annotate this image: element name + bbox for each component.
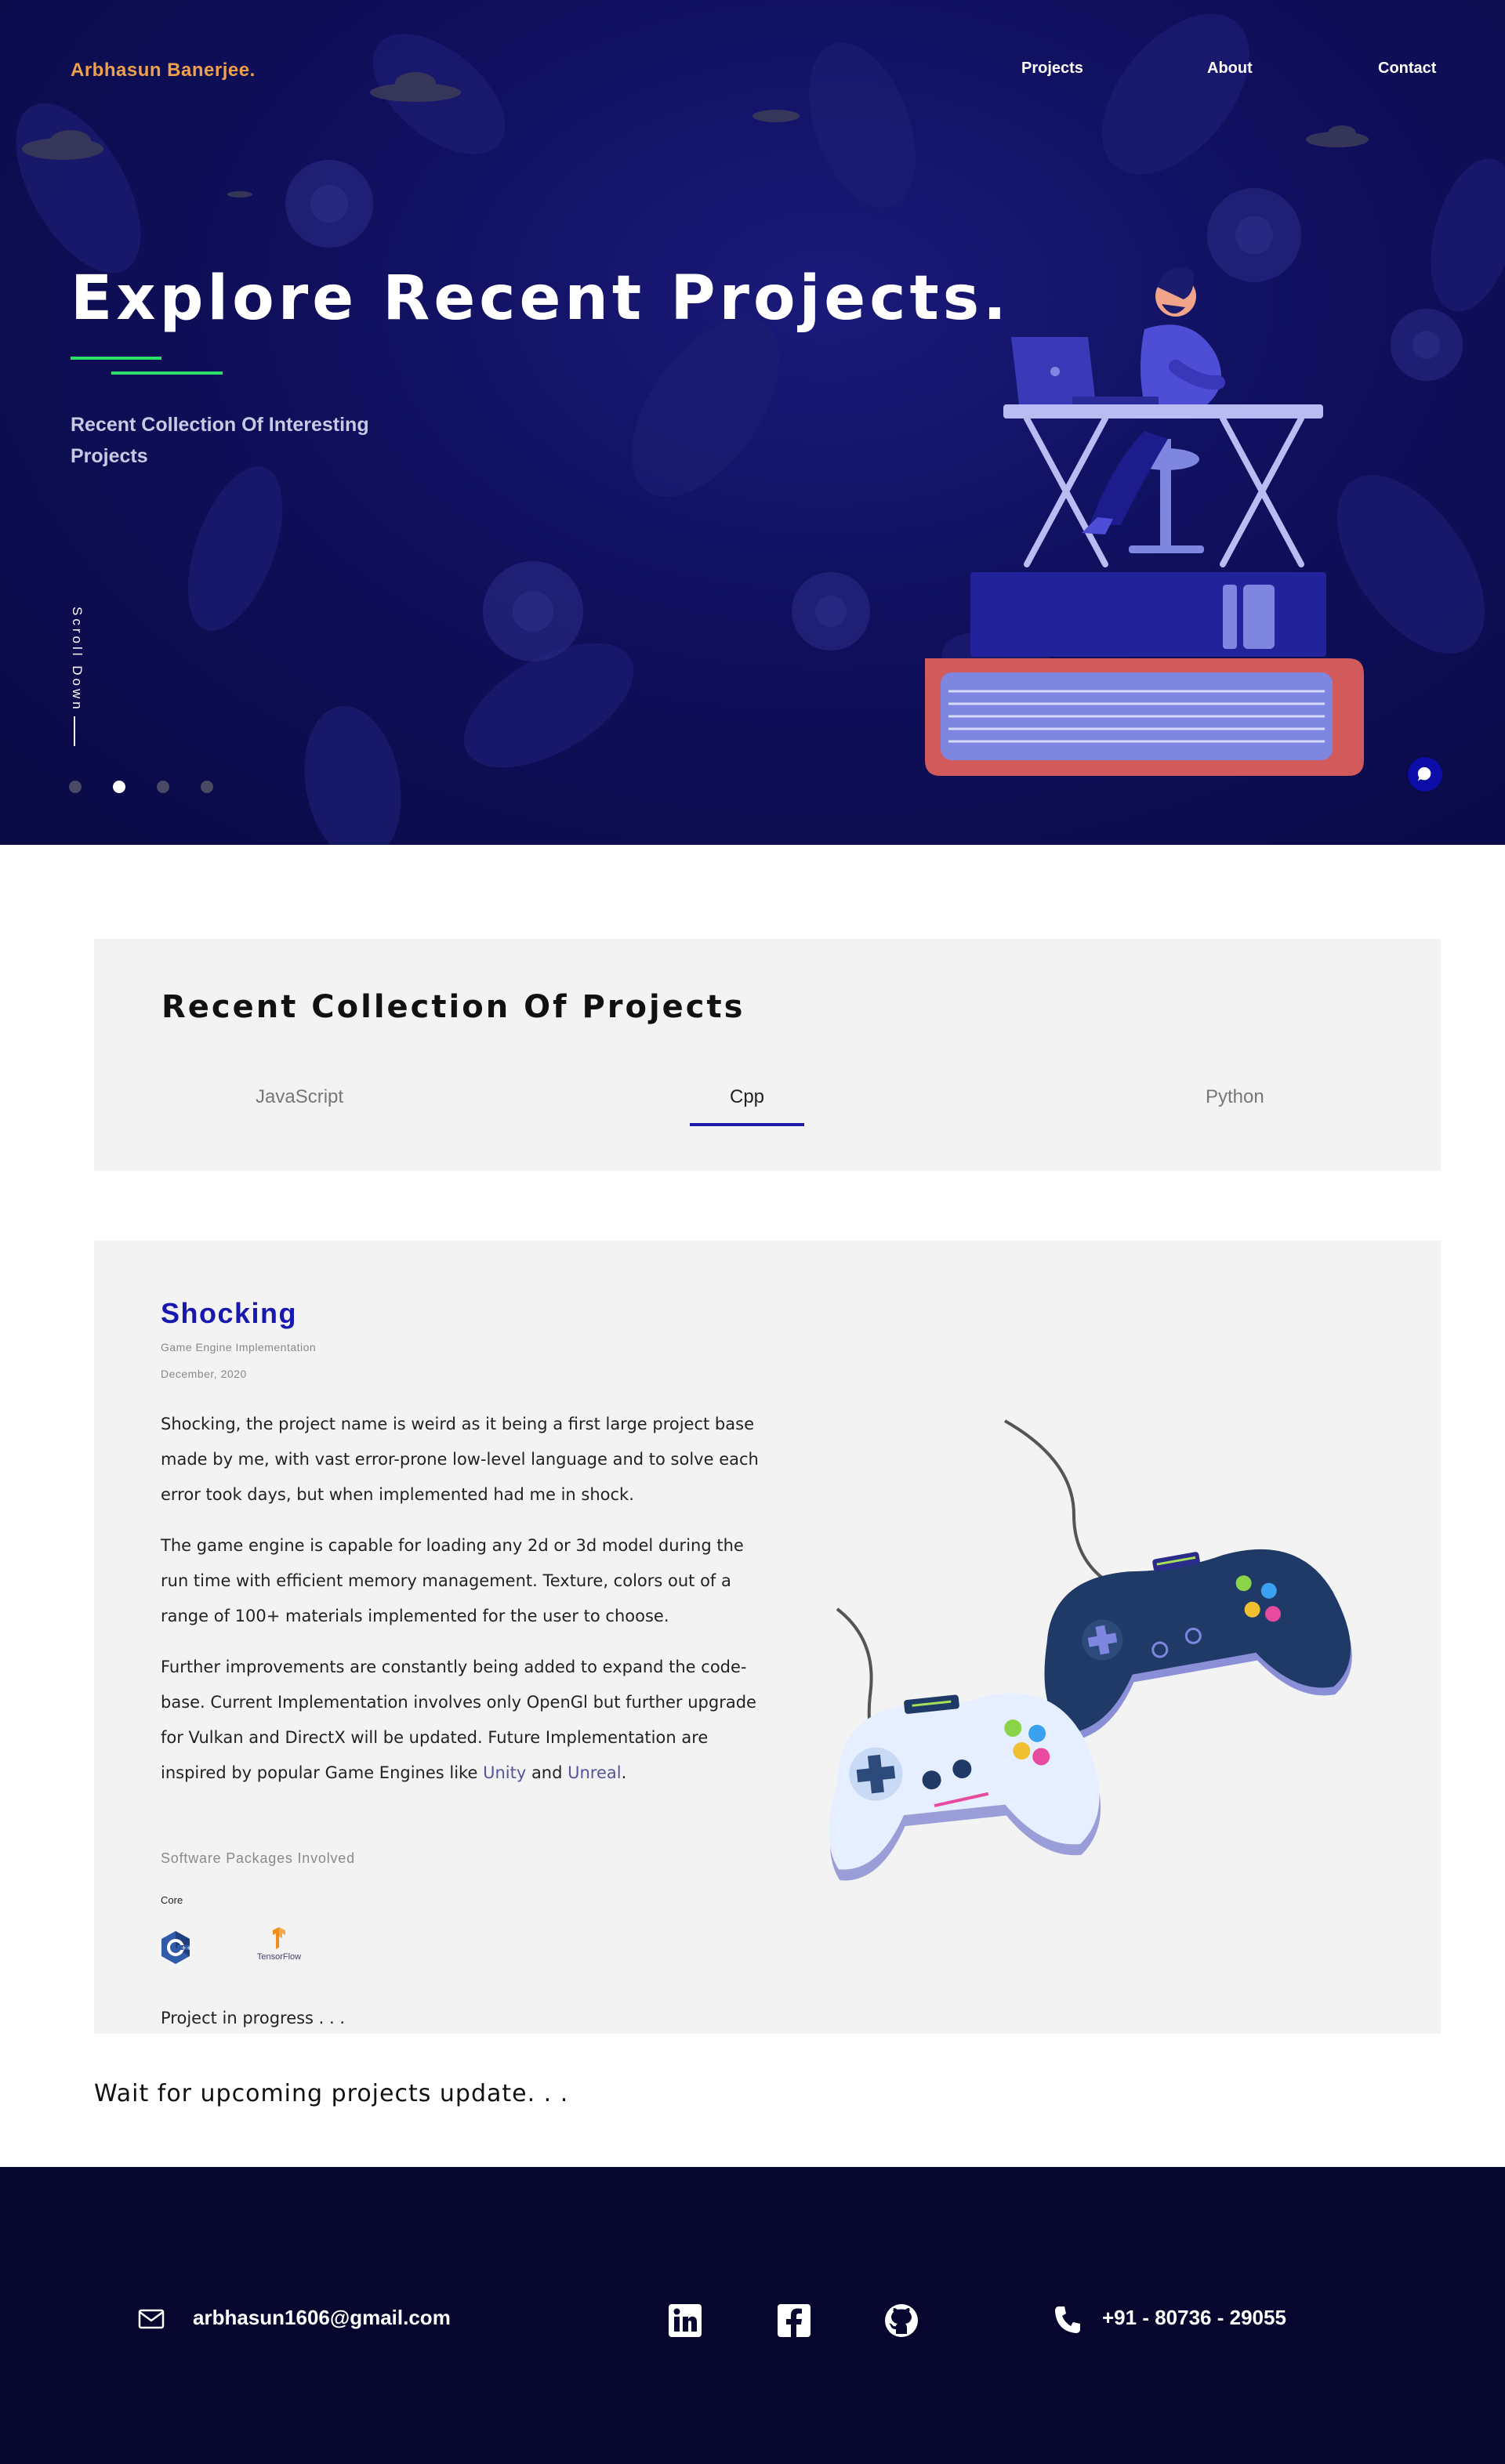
contact-phone[interactable]: +91 - 80736 - 29055 [1102,2306,1286,2330]
game-controllers-illustration [829,1419,1352,1881]
project-paragraph: Shocking, the project name is weird as i… [161,1415,759,1504]
scroll-down-label: Scroll Down [70,607,85,712]
slide-dot[interactable] [201,781,213,793]
paragraph-text: and [526,1763,568,1782]
linkedin-icon[interactable] [667,2303,703,2339]
project-title[interactable]: Shocking [161,1297,297,1330]
site-logo[interactable]: Arbhasun Banerjee. [71,60,256,82]
tensorflow-label: TensorFlow [256,1952,302,1962]
unreal-link[interactable]: Unreal [568,1763,621,1782]
project-status: Project in progress . . . [161,2009,346,2027]
nav-contact[interactable]: Contact [1378,60,1436,78]
hero-section: Arbhasun Banerjee. Projects About Contac… [0,0,1505,845]
scroll-down[interactable]: Scroll Down [64,607,86,763]
tab-cpp[interactable]: Cpp [730,1086,764,1108]
hero-accent-line [111,371,223,375]
slide-dot[interactable] [157,781,169,793]
svg-text:++: ++ [181,1944,191,1951]
footer: arbhasun1606@gmail.com +91 - 80736 - 290… [0,2167,1505,2464]
tensorflow-logo: TensorFlow [248,1927,310,1966]
project-card: Shocking Game Engine Implementation Dece… [94,1241,1441,2034]
tab-javascript[interactable]: JavaScript [256,1086,343,1108]
hero-accent-line [71,357,161,360]
project-date: December, 2020 [161,1368,247,1380]
hero-title: Explore Recent Projects. [71,263,1010,334]
active-tab-indicator [690,1123,804,1126]
chat-bubble-icon [1417,766,1431,781]
packages-label: Software Packages Involved [161,1850,355,1866]
nav-about[interactable]: About [1207,60,1253,78]
contact-email[interactable]: arbhasun1606@gmail.com [193,2306,451,2330]
cpp-logo-icon: ++ [161,1931,191,1964]
scroll-indicator-line [74,716,75,746]
project-paragraph: Further improvements are constantly bein… [161,1650,772,1791]
chat-button[interactable] [1406,756,1444,793]
facebook-icon[interactable] [776,2303,812,2339]
slide-dot-active[interactable] [113,781,125,793]
github-icon[interactable] [883,2303,919,2339]
hero-subtitle: Recent Collection Of Interesting Project… [71,414,369,467]
slide-dot[interactable] [69,781,82,793]
mail-icon [138,2309,165,2329]
core-label: Core [161,1894,183,1906]
project-description: Shocking, the project name is weird as i… [161,1407,772,1806]
slide-dots [69,781,213,793]
upcoming-message: Wait for upcoming projects update. . . [94,2080,569,2107]
paragraph-text: Further improvements are constantly bein… [161,1658,756,1782]
tab-python[interactable]: Python [1206,1086,1264,1108]
project-tabs-card: Recent Collection Of Projects JavaScript… [94,939,1441,1171]
unity-link[interactable]: Unity [483,1763,526,1782]
project-paragraph: The game engine is capable for loading a… [161,1536,744,1625]
tensorflow-icon [273,1927,285,1949]
developer-at-desk-illustration [925,267,1364,776]
phone-icon [1055,2306,1080,2333]
collection-title: Recent Collection Of Projects [161,989,745,1025]
project-subtitle: Game Engine Implementation [161,1341,317,1353]
nav-projects[interactable]: Projects [1021,60,1083,78]
paragraph-text: . [621,1763,627,1782]
